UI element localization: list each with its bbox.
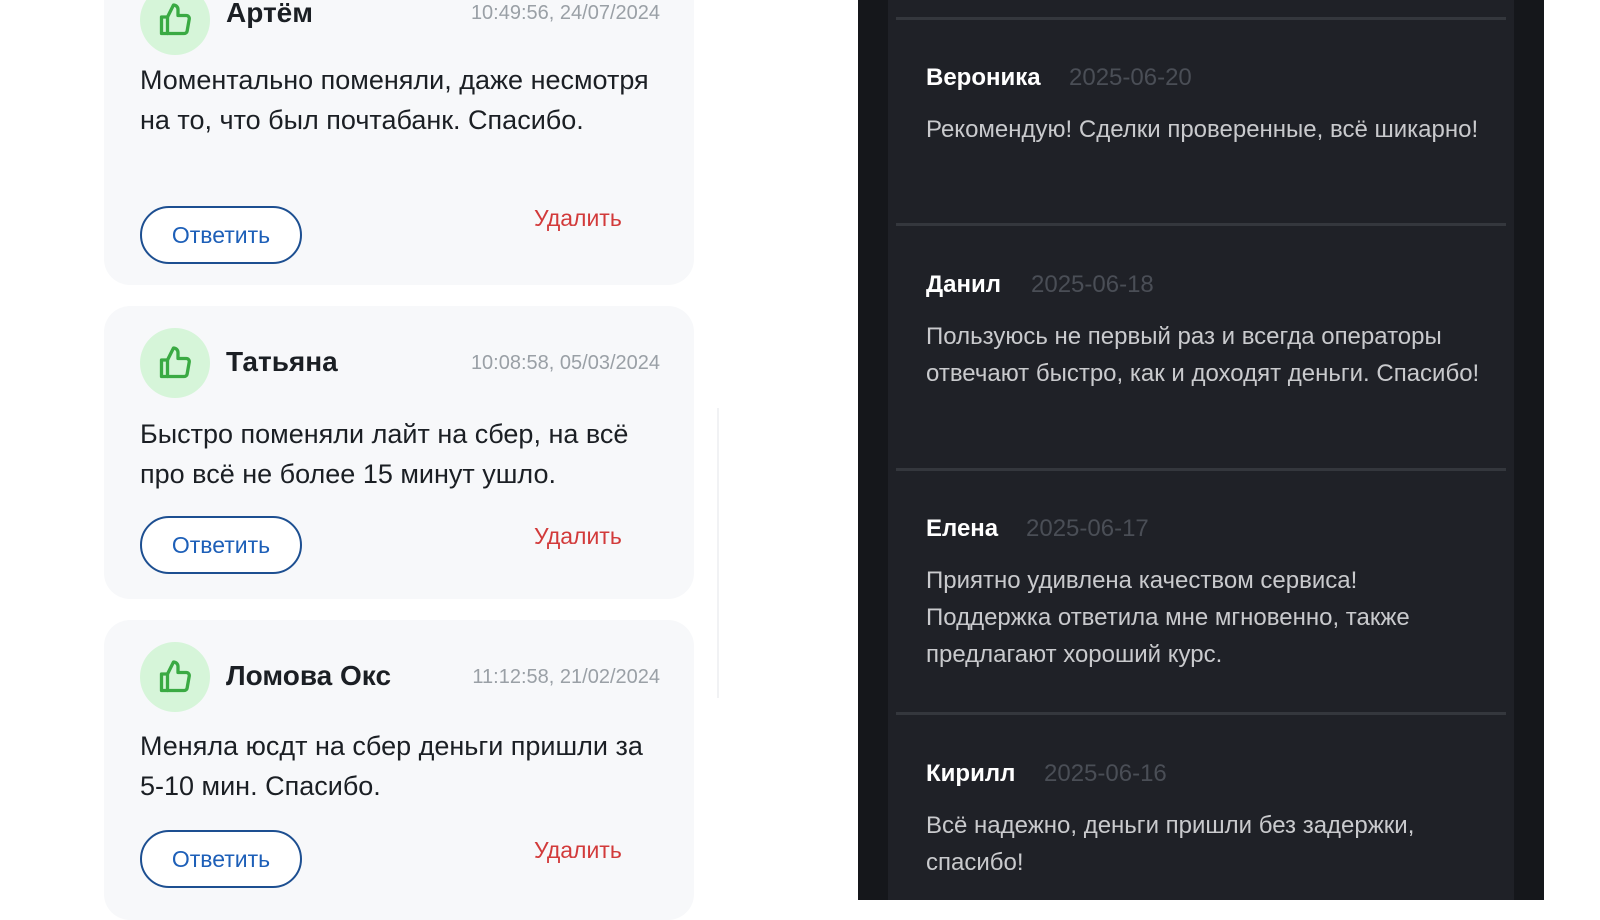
review-text: Быстро поменяли лайт на сбер, на всё про… [140, 419, 629, 489]
delete-link[interactable]: Удалить [534, 205, 622, 232]
delete-link[interactable]: Удалить [534, 523, 622, 550]
review-text: Приятно удивлена качеством сервиса! Подд… [926, 567, 1410, 668]
review-separator [896, 468, 1506, 471]
review-card: Ломова Окс 11:12:58, 21/02/2024 Меняла ю… [104, 620, 694, 920]
review-date: 2025-06-20 [1069, 64, 1192, 91]
review-author: Елена [926, 515, 999, 542]
review-date: 10:49:56, 24/07/2024 [470, 2, 660, 24]
review-text: Меняла юсдт на сбер деньги пришли за 5-1… [140, 731, 643, 801]
like-badge[interactable] [140, 642, 210, 712]
review-text: Моментально поменяли, даже несмотря на т… [140, 65, 649, 135]
review-separator [896, 17, 1506, 20]
review-date: 2025-06-16 [1044, 760, 1167, 787]
review-author: Вероника [926, 64, 1041, 91]
review-author: Данил [926, 271, 1001, 298]
divider [717, 408, 719, 698]
review-date: 10:08:58, 05/03/2024 [470, 352, 660, 374]
thumbs-up-icon [159, 660, 191, 693]
review-author: Ломова Окс [226, 660, 392, 691]
delete-link[interactable]: Удалить [534, 837, 622, 864]
review-separator [896, 712, 1506, 715]
review-text: Всё надежно, деньги пришли без задержки,… [926, 812, 1415, 876]
like-badge[interactable] [140, 0, 210, 55]
review-text: Пользуюсь не первый раз и всегда операто… [926, 323, 1480, 387]
review-date: 2025-06-18 [1031, 271, 1154, 298]
reply-button[interactable]: Ответить [140, 516, 302, 574]
review-author: Артём [226, 0, 313, 28]
thumbs-up-icon [159, 3, 191, 36]
thumbs-up-icon [159, 346, 191, 379]
review-card: Артём 10:49:56, 24/07/2024 Моментально п… [104, 0, 694, 285]
review-separator [896, 223, 1506, 226]
review-author: Кирилл [926, 760, 1016, 787]
review-text: Рекомендую! Сделки проверенные, всё шика… [926, 116, 1479, 143]
review-author: Татьяна [226, 346, 338, 377]
review-card: Татьяна 10:08:58, 05/03/2024 Быстро поме… [104, 306, 694, 599]
like-badge[interactable] [140, 328, 210, 398]
reply-button[interactable]: Ответить [140, 206, 302, 264]
review-date: 2025-06-17 [1026, 515, 1149, 542]
reply-button[interactable]: Ответить [140, 830, 302, 888]
review-date: 11:12:58, 21/02/2024 [472, 666, 660, 688]
